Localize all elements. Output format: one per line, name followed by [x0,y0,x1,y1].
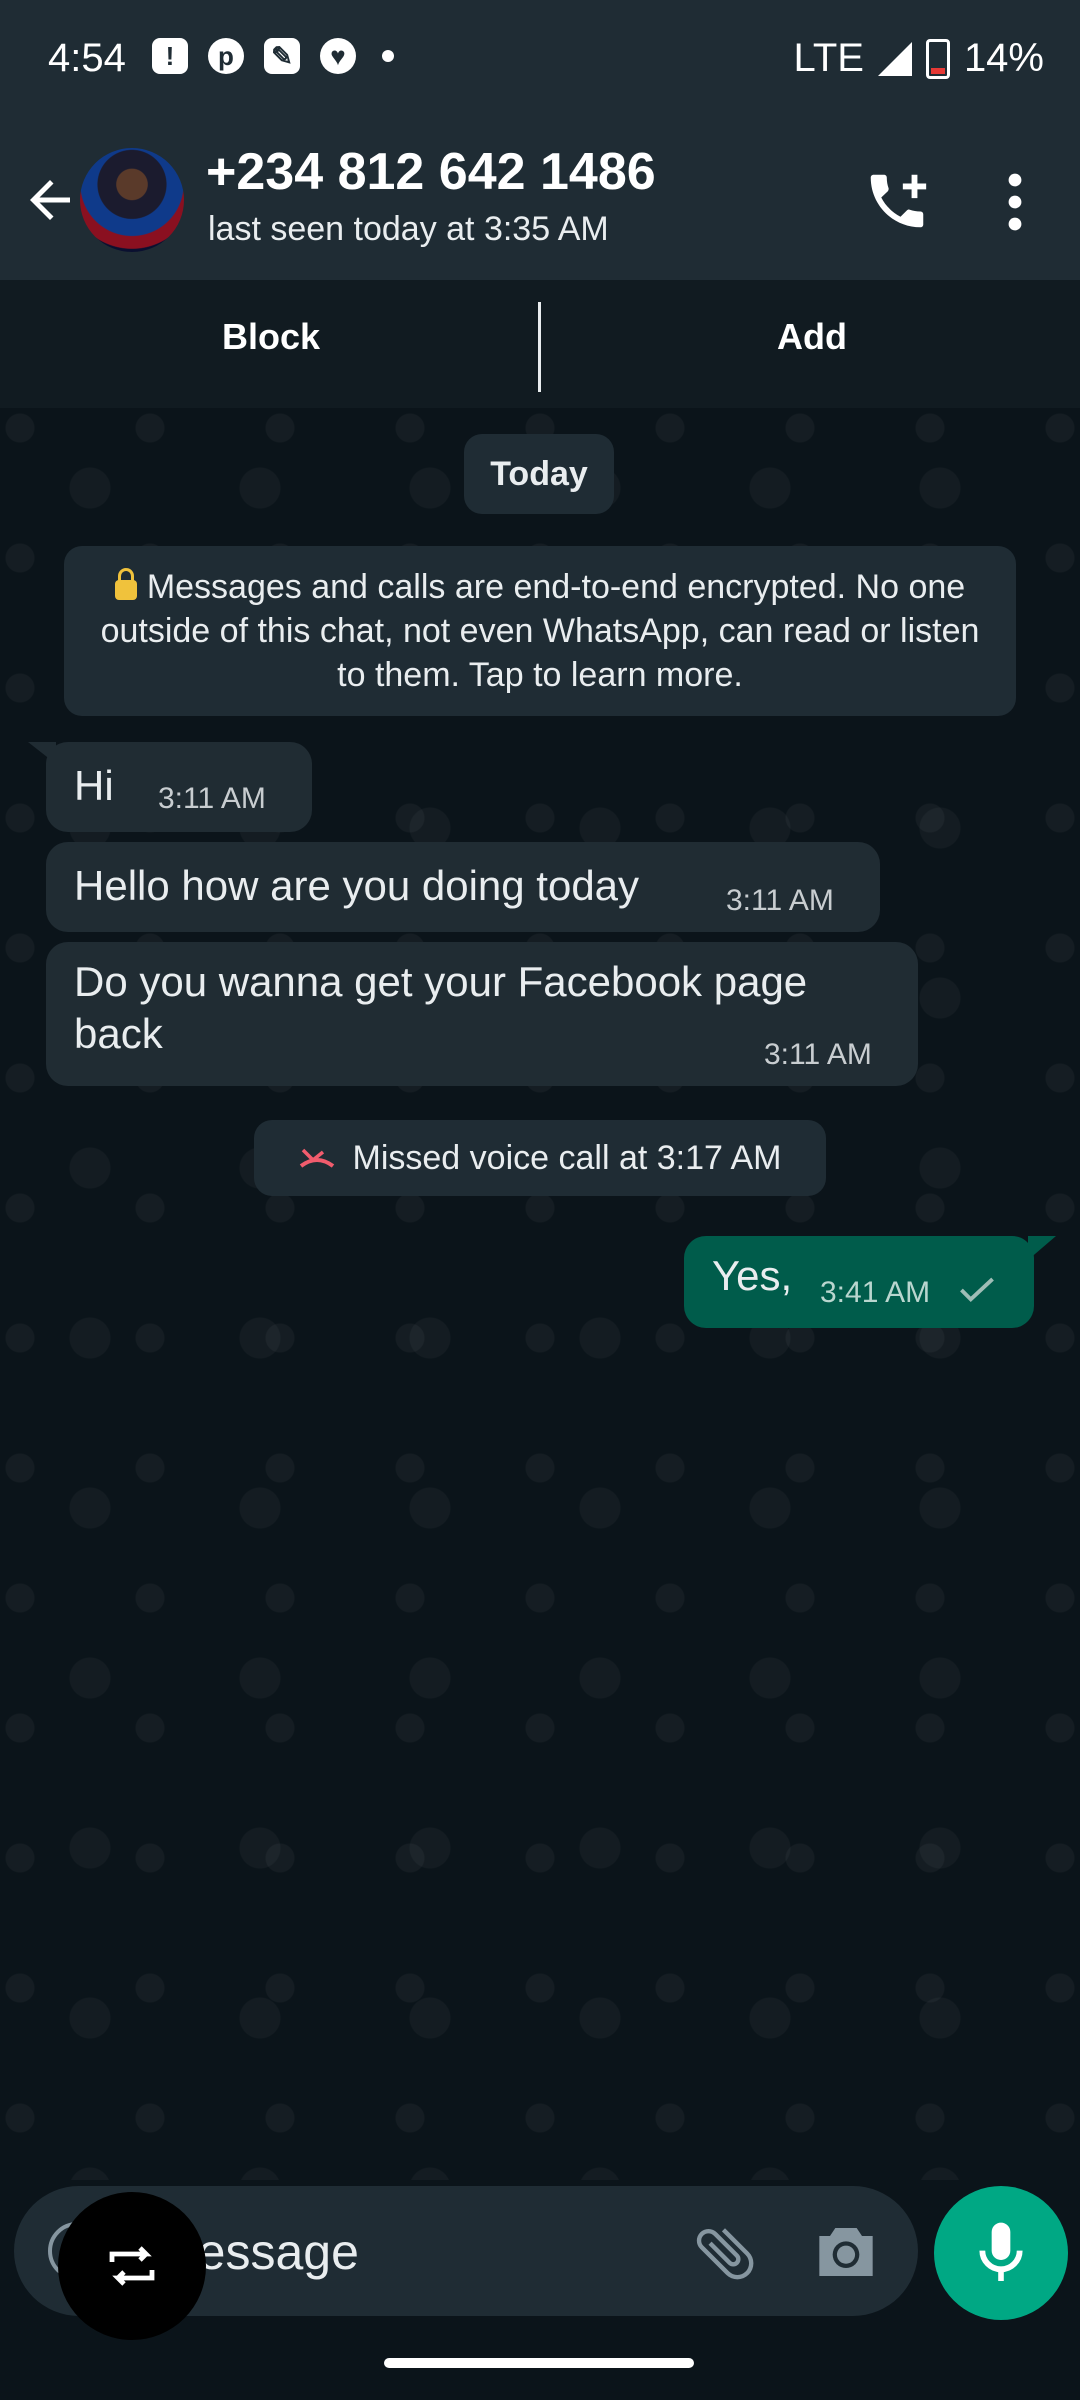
heart-app-icon: ♥ [320,38,356,74]
bubble-tail [28,742,56,764]
attach-icon[interactable] [690,2218,760,2288]
notification-icons: ! p ✎ ♥ [152,38,394,74]
alert-icon: ! [152,38,188,74]
repeat-icon [109,2246,155,2286]
contact-name[interactable]: +234 812 642 1486 [206,142,656,202]
outgoing-message[interactable]: Yes, 3:41 AM [684,1236,1056,1328]
chat-header: +234 812 642 1486 last seen today at 3:3… [0,120,1080,280]
block-button[interactable]: Block [222,316,320,358]
message-text: Yes, [712,1252,793,1299]
camera-icon[interactable] [814,2222,878,2282]
incoming-message[interactable]: Hello how are you doing today 3:11 AM [46,842,880,932]
add-call-icon[interactable] [862,166,932,236]
battery-percent: 14% [963,36,1044,80]
bubble-tail [1028,1236,1056,1260]
message-time: 3:11 AM [158,782,266,815]
divider [538,302,541,392]
missed-call-icon [299,1148,334,1168]
incoming-message[interactable]: Hi 3:11 AM [28,742,312,832]
floating-repeat-button[interactable] [58,2192,206,2340]
dot-icon [382,50,394,62]
network-label: LTE [793,36,864,80]
last-seen-status[interactable]: last seen today at 3:35 AM [208,210,609,249]
avatar[interactable] [80,148,184,252]
mic-button[interactable] [934,2186,1068,2320]
unknown-contact-bar: Block Add [0,280,1080,408]
notes-icon: ✎ [264,38,300,74]
incoming-message[interactable]: Do you wanna get your Facebook page back… [46,942,918,1086]
message-input[interactable] [154,2214,678,2290]
signal-icon [877,41,912,76]
home-indicator[interactable] [384,2358,694,2368]
check-icon [960,1277,994,1303]
message-time: 3:11 AM [726,884,834,917]
message-text: Hi [74,762,114,809]
message-time: 3:11 AM [764,1038,872,1071]
encryption-text: Messages and calls are end-to-end encryp… [100,568,980,694]
date-chip: Today [464,434,614,514]
missed-call-text: Missed voice call at 3:17 AM [352,1138,782,1177]
more-vert-icon[interactable] [1000,172,1030,232]
add-button[interactable]: Add [777,316,847,358]
message-text: Hello how are you doing today [74,862,640,909]
status-right: LTE 14% [794,36,1044,81]
status-time: 4:54 [48,36,126,80]
message-time: 3:41 AM [820,1276,931,1309]
mic-icon [979,2222,1023,2281]
lock-icon [114,568,137,600]
status-bar: 4:54 ! p ✎ ♥ LTE 14% [0,0,1080,120]
pinterest-icon: p [208,38,244,74]
encryption-notice[interactable]: Messages and calls are end-to-end encryp… [64,546,1016,716]
back-arrow-icon[interactable] [20,170,80,230]
battery-icon [925,38,950,79]
chat-area[interactable]: Today Messages and calls are end-to-end … [0,408,1080,2180]
missed-call-notice[interactable]: Missed voice call at 3:17 AM [254,1120,826,1196]
